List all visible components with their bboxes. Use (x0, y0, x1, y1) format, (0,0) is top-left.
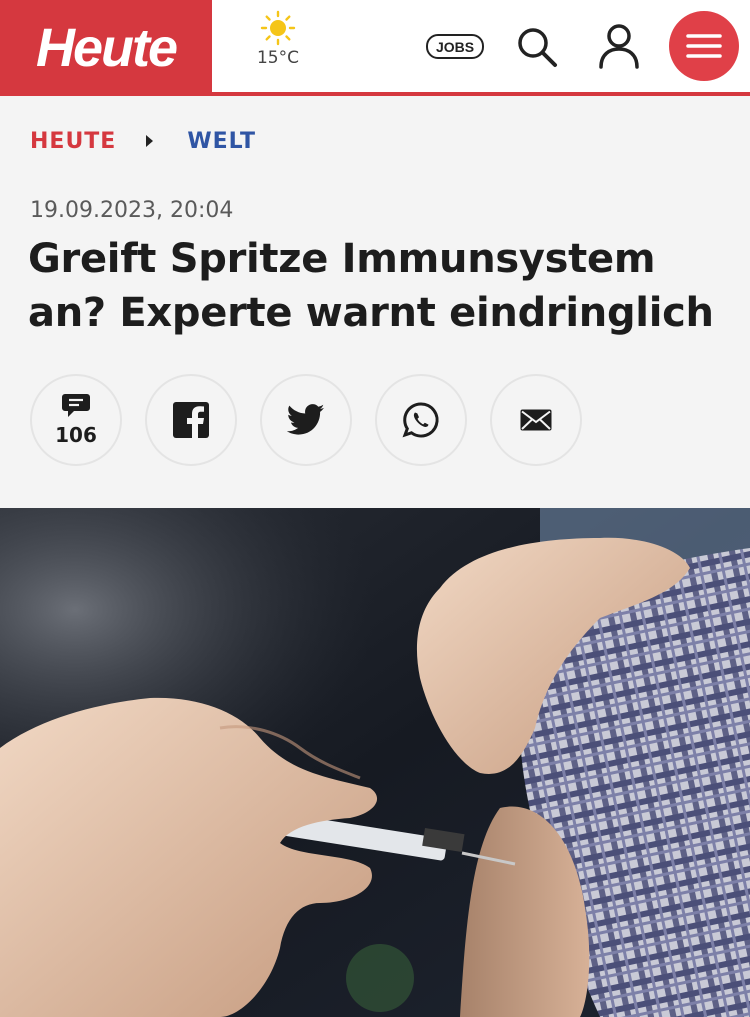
menu-button[interactable] (669, 11, 739, 81)
share-facebook-button[interactable] (145, 374, 237, 466)
article-date: 19.09.2023, 20:04 (30, 198, 234, 223)
share-whatsapp-button[interactable] (375, 374, 467, 466)
jobs-button[interactable]: JOBS (426, 34, 484, 59)
search-icon (518, 28, 557, 67)
article-headline: Greift Spritze Immunsystem an? Experte w… (28, 236, 714, 336)
weather-temperature: 15°C (256, 48, 299, 68)
vaccination-photo (0, 508, 750, 1017)
sun-icon (260, 10, 296, 46)
site-logo[interactable]: Heute (0, 0, 212, 96)
header-divider (0, 92, 750, 96)
share-twitter-button[interactable] (260, 374, 352, 466)
article-hero-image[interactable] (0, 508, 750, 1017)
comment-icon (62, 394, 90, 417)
breadcrumb: HEUTE WELT (30, 126, 256, 156)
email-icon (520, 409, 552, 431)
logo-text[interactable]: Heute (36, 17, 178, 79)
search-button[interactable] (514, 24, 560, 70)
weather-widget[interactable]: 15°C (248, 10, 308, 84)
comments-button[interactable]: 106 (30, 374, 122, 466)
share-email-button[interactable] (490, 374, 582, 466)
site-header: Heute 15°C JOBS (0, 0, 750, 96)
twitter-icon (287, 404, 325, 435)
user-icon (599, 24, 639, 69)
breadcrumb-section-link[interactable]: WELT (187, 129, 256, 154)
breadcrumb-home-link[interactable]: HEUTE (30, 129, 116, 154)
hamburger-menu-icon (686, 34, 722, 58)
breadcrumb-arrow-icon (146, 135, 154, 147)
facebook-icon (173, 402, 209, 438)
account-button[interactable] (596, 22, 642, 70)
comment-count: 106 (55, 423, 97, 447)
whatsapp-icon (402, 402, 439, 438)
